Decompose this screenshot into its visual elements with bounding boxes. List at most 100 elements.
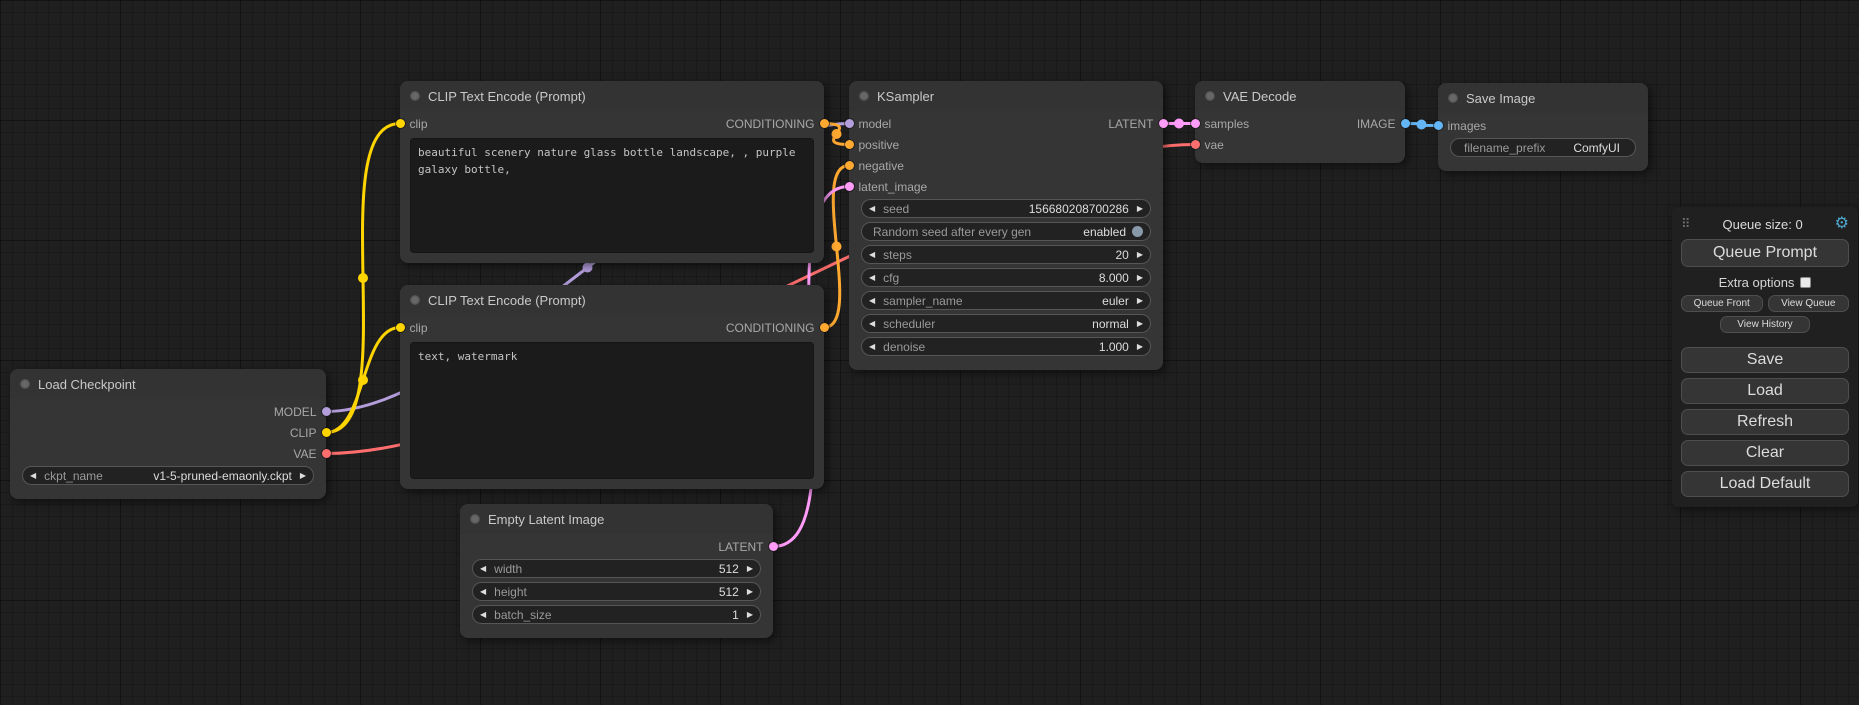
collapse-dot[interactable] [410, 91, 420, 101]
conditioning-output-dot[interactable] [820, 119, 829, 128]
widget-seed[interactable]: ◀ seed 156680208700286 ▶ [861, 199, 1151, 218]
link-midpoint-dot[interactable] [358, 375, 368, 385]
slot-label: CLIP [290, 426, 317, 440]
decrement-arrow-icon[interactable]: ◀ [869, 274, 875, 282]
view-queue-button[interactable]: View Queue [1768, 295, 1850, 312]
widget-ckpt-name[interactable]: ◀ ckpt_name v1-5-pruned-emaonly.ckpt ▶ [22, 466, 314, 485]
slot-label: negative [859, 159, 904, 173]
vae-output-dot[interactable] [322, 449, 331, 458]
increment-arrow-icon[interactable]: ▶ [300, 472, 306, 480]
increment-arrow-icon[interactable]: ▶ [747, 588, 753, 596]
collapse-dot[interactable] [470, 514, 480, 524]
clear-button[interactable]: Clear [1681, 440, 1849, 466]
link-midpoint-dot[interactable] [832, 242, 842, 252]
link-midpoint-dot[interactable] [358, 273, 368, 283]
widget-sampler-name[interactable]: ◀ sampler_name euler ▶ [861, 291, 1151, 310]
queue-front-button[interactable]: Queue Front [1681, 295, 1763, 312]
node-title-bar[interactable]: CLIP Text Encode (Prompt) [400, 81, 824, 111]
positive-prompt-textarea[interactable]: beautiful scenery nature glass bottle la… [410, 138, 814, 253]
toggle-indicator-dot[interactable] [1132, 226, 1143, 237]
decrement-arrow-icon[interactable]: ◀ [30, 472, 36, 480]
positive-input-dot[interactable] [845, 140, 854, 149]
output-slot-latent: LATENT [718, 540, 777, 554]
link-midpoint-dot[interactable] [1174, 119, 1184, 129]
increment-arrow-icon[interactable]: ▶ [747, 611, 753, 619]
widget-batch-size[interactable]: ◀ batch_size 1 ▶ [472, 605, 761, 624]
model-input-dot[interactable] [845, 119, 854, 128]
node-clip-text-encode-positive[interactable]: CLIP Text Encode (Prompt) clip CONDITION… [400, 81, 824, 263]
node-load-checkpoint[interactable]: Load Checkpoint MODEL CLIP VAE [10, 369, 326, 499]
image-output-dot[interactable] [1401, 119, 1410, 128]
node-ksampler[interactable]: KSampler model LATENT positive [849, 81, 1163, 370]
widget-label: cfg [883, 271, 899, 285]
widget-filename-prefix[interactable]: filename_prefix ComfyUI [1450, 138, 1636, 157]
node-empty-latent-image[interactable]: Empty Latent Image LATENT ◀ width 512 ▶ … [460, 504, 773, 638]
collapse-dot[interactable] [1448, 93, 1458, 103]
decrement-arrow-icon[interactable]: ◀ [480, 588, 486, 596]
node-title-bar[interactable]: Empty Latent Image [460, 504, 773, 534]
widget-width[interactable]: ◀ width 512 ▶ [472, 559, 761, 578]
clip-output-dot[interactable] [322, 428, 331, 437]
model-output-dot[interactable] [322, 407, 331, 416]
latent-image-input-dot[interactable] [845, 182, 854, 191]
collapse-dot[interactable] [20, 379, 30, 389]
decrement-arrow-icon[interactable]: ◀ [869, 343, 875, 351]
node-title-bar[interactable]: KSampler [849, 81, 1163, 111]
increment-arrow-icon[interactable]: ▶ [1137, 297, 1143, 305]
link-midpoint-dot[interactable] [1417, 120, 1427, 130]
increment-arrow-icon[interactable]: ▶ [1137, 320, 1143, 328]
load-button[interactable]: Load [1681, 378, 1849, 404]
node-title-bar[interactable]: Load Checkpoint [10, 369, 326, 399]
decrement-arrow-icon[interactable]: ◀ [480, 611, 486, 619]
save-button[interactable]: Save [1681, 347, 1849, 373]
widget-denoise[interactable]: ◀ denoise 1.000 ▶ [861, 337, 1151, 356]
increment-arrow-icon[interactable]: ▶ [1137, 205, 1143, 213]
slot-label: vae [1205, 138, 1224, 152]
conditioning-output-dot[interactable] [820, 323, 829, 332]
widget-scheduler[interactable]: ◀ scheduler normal ▶ [861, 314, 1151, 333]
node-title-bar[interactable]: CLIP Text Encode (Prompt) [400, 285, 824, 315]
node-title-bar[interactable]: VAE Decode [1195, 81, 1405, 111]
widget-value: enabled [1083, 225, 1126, 239]
increment-arrow-icon[interactable]: ▶ [1137, 274, 1143, 282]
load-default-button[interactable]: Load Default [1681, 471, 1849, 497]
output-slot-model: MODEL [274, 405, 331, 419]
samples-input-dot[interactable] [1191, 119, 1200, 128]
collapse-dot[interactable] [410, 295, 420, 305]
decrement-arrow-icon[interactable]: ◀ [480, 565, 486, 573]
widget-random-seed-toggle[interactable]: Random seed after every gen enabled [861, 222, 1151, 241]
vae-input-dot[interactable] [1191, 140, 1200, 149]
widget-cfg[interactable]: ◀ cfg 8.000 ▶ [861, 268, 1151, 287]
latent-output-dot[interactable] [769, 542, 778, 551]
refresh-button[interactable]: Refresh [1681, 409, 1849, 435]
collapse-dot[interactable] [859, 91, 869, 101]
negative-input-dot[interactable] [845, 161, 854, 170]
increment-arrow-icon[interactable]: ▶ [747, 565, 753, 573]
link-midpoint-dot[interactable] [832, 129, 842, 139]
settings-gear-icon[interactable]: ⚙ [1835, 216, 1849, 232]
node-graph-canvas[interactable]: Load Checkpoint MODEL CLIP VAE [0, 0, 1859, 705]
link-midpoint-dot[interactable] [583, 263, 593, 273]
images-input-dot[interactable] [1434, 121, 1443, 130]
increment-arrow-icon[interactable]: ▶ [1137, 251, 1143, 259]
node-save-image[interactable]: Save Image images filename_prefix ComfyU… [1438, 83, 1648, 171]
decrement-arrow-icon[interactable]: ◀ [869, 297, 875, 305]
extra-options-checkbox[interactable] [1800, 277, 1811, 288]
increment-arrow-icon[interactable]: ▶ [1137, 343, 1143, 351]
latent-output-dot[interactable] [1159, 119, 1168, 128]
drag-handle-icon[interactable]: ⠿ [1681, 216, 1691, 232]
decrement-arrow-icon[interactable]: ◀ [869, 205, 875, 213]
view-history-button[interactable]: View History [1720, 316, 1809, 333]
node-vae-decode[interactable]: VAE Decode samples IMAGE vae [1195, 81, 1405, 163]
widget-height[interactable]: ◀ height 512 ▶ [472, 582, 761, 601]
clip-input-dot[interactable] [396, 119, 405, 128]
negative-prompt-textarea[interactable]: text, watermark [410, 342, 814, 479]
queue-prompt-button[interactable]: Queue Prompt [1681, 239, 1849, 267]
decrement-arrow-icon[interactable]: ◀ [869, 251, 875, 259]
collapse-dot[interactable] [1205, 91, 1215, 101]
clip-input-dot[interactable] [396, 323, 405, 332]
node-clip-text-encode-negative[interactable]: CLIP Text Encode (Prompt) clip CONDITION… [400, 285, 824, 489]
decrement-arrow-icon[interactable]: ◀ [869, 320, 875, 328]
widget-steps[interactable]: ◀ steps 20 ▶ [861, 245, 1151, 264]
node-title-bar[interactable]: Save Image [1438, 83, 1648, 113]
